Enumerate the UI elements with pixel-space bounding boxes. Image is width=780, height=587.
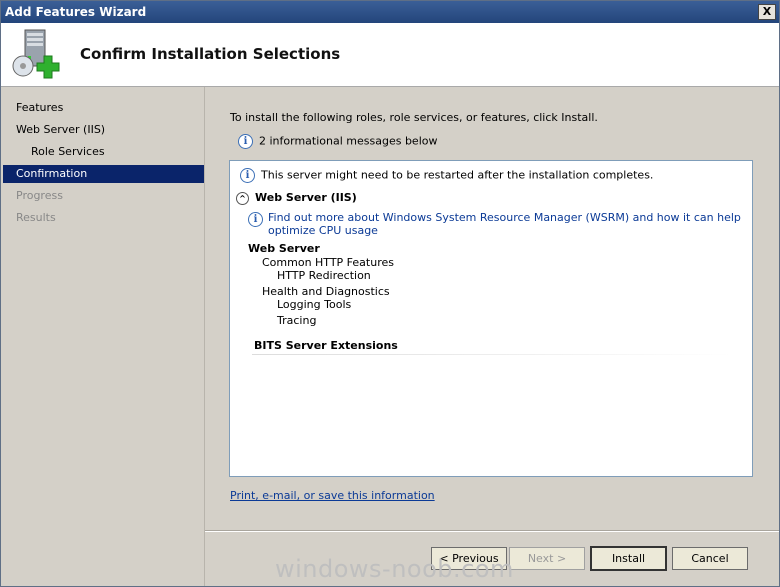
tree-http-redirection: HTTP Redirection xyxy=(277,269,371,282)
sidebar-item-features[interactable]: Features xyxy=(3,99,204,117)
server-add-icon xyxy=(12,29,60,79)
sidebar-item-label: Features xyxy=(16,101,64,114)
sidebar-item-results: Results xyxy=(3,209,204,227)
info-icon: i xyxy=(240,168,255,183)
sidebar-item-web-server[interactable]: Web Server (IIS) xyxy=(3,121,204,139)
divider xyxy=(205,530,779,532)
wizard-sidebar: Features Web Server (IIS) Role Services … xyxy=(1,87,205,586)
wizard-window: Add Features Wizard X Confirm Installati… xyxy=(0,0,780,587)
wizard-content: To install the following roles, role ser… xyxy=(205,87,779,586)
sidebar-item-confirmation[interactable]: Confirmation xyxy=(3,165,204,183)
title-bar: Add Features Wizard X xyxy=(1,1,779,23)
tree-health-diag: Health and Diagnostics xyxy=(262,285,390,298)
sidebar-item-progress: Progress xyxy=(3,187,204,205)
section-web-server[interactable]: ^ Web Server (IIS) xyxy=(236,191,357,205)
sidebar-item-label: Results xyxy=(16,211,56,224)
sidebar-item-label: Role Services xyxy=(31,145,105,158)
print-link[interactable]: Print, e-mail, or save this information xyxy=(230,489,435,502)
next-button: Next > xyxy=(509,547,585,570)
section-title: Web Server (IIS) xyxy=(255,191,357,204)
sidebar-item-label: Progress xyxy=(16,189,63,202)
info-icon: i xyxy=(238,134,253,149)
tree-logging-tools: Logging Tools xyxy=(277,298,352,311)
selections-list[interactable]: i This server might need to be restarted … xyxy=(229,160,753,477)
restart-warning: i This server might need to be restarted … xyxy=(240,168,653,183)
sidebar-item-role-services[interactable]: Role Services xyxy=(3,143,204,161)
tree-bits: BITS Server Extensions xyxy=(254,339,398,352)
restart-warning-text: This server might need to be restarted a… xyxy=(261,168,654,182)
cancel-button[interactable]: Cancel xyxy=(672,547,748,570)
info-summary: i 2 informational messages below xyxy=(238,134,437,149)
watermark: windows-noob.com xyxy=(275,555,514,583)
tree-web-server: Web Server xyxy=(248,242,320,255)
tree-common-http: Common HTTP Features xyxy=(262,256,394,269)
wizard-header: Confirm Installation Selections xyxy=(1,23,779,87)
instruction-text: To install the following roles, role ser… xyxy=(230,111,598,124)
wsrm-link[interactable]: Find out more about Windows System Resou… xyxy=(268,211,753,237)
divider xyxy=(252,354,732,355)
collapse-icon[interactable]: ^ xyxy=(236,191,249,205)
sidebar-item-label: Confirmation xyxy=(16,167,88,180)
close-button[interactable]: X xyxy=(758,4,776,20)
install-button[interactable]: Install xyxy=(590,546,667,571)
page-title: Confirm Installation Selections xyxy=(80,45,341,63)
info-icon: i xyxy=(248,212,263,227)
window-title: Add Features Wizard xyxy=(5,5,147,19)
tree-tracing: Tracing xyxy=(277,314,317,327)
info-summary-text: 2 informational messages below xyxy=(259,134,438,148)
sidebar-item-label: Web Server (IIS) xyxy=(16,123,106,136)
